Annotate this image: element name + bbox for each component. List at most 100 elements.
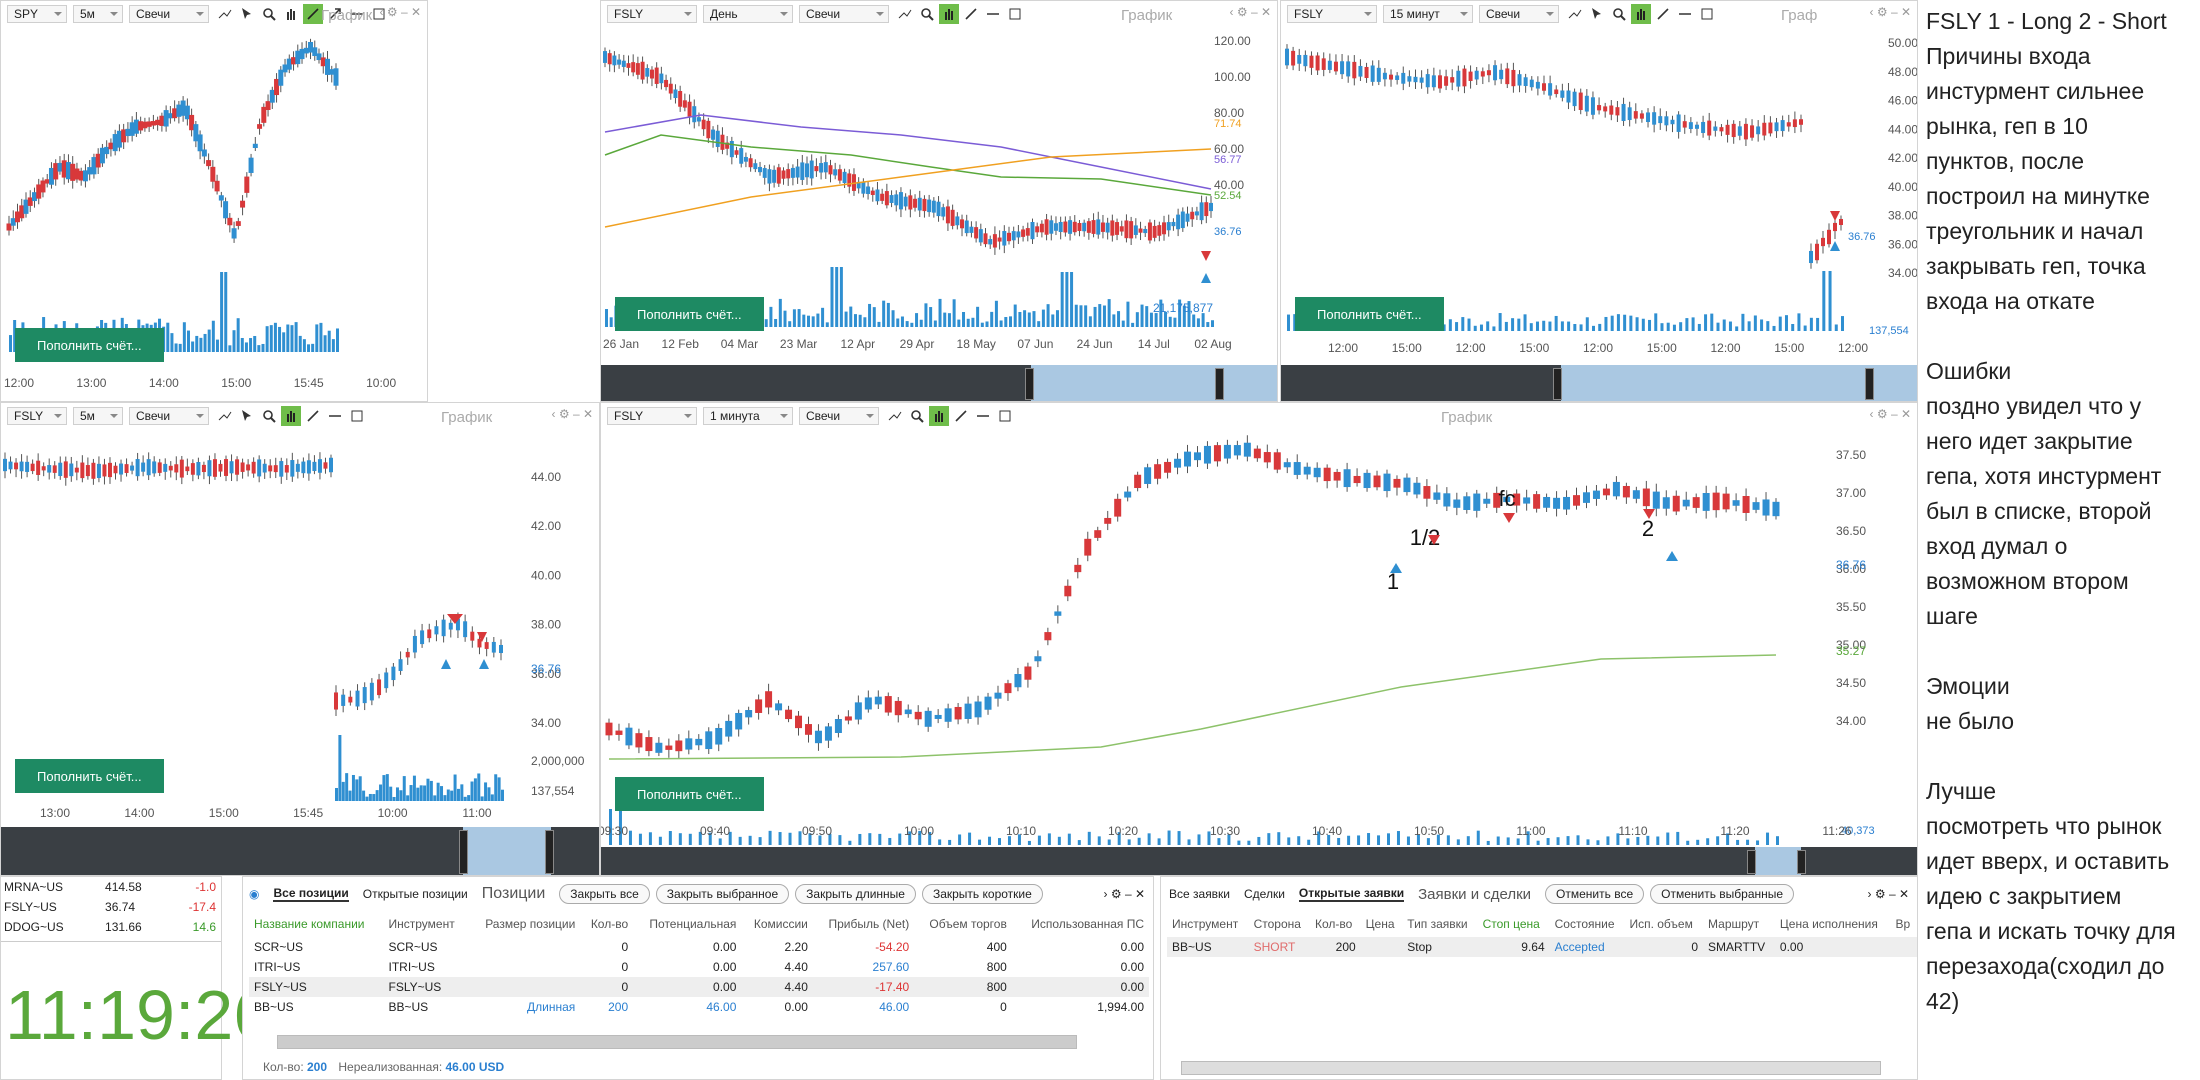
column-header[interactable]: Инструмент (384, 911, 469, 937)
ticker-select[interactable]: FSLY (7, 407, 67, 425)
rect-tool-icon[interactable] (1005, 4, 1025, 24)
navigator-scrollbar[interactable] (1281, 365, 1917, 401)
deposit-button[interactable]: Пополнить счёт... (1295, 297, 1444, 331)
column-header[interactable]: Цена (1361, 911, 1403, 937)
rect-tool-icon[interactable] (995, 406, 1015, 426)
hand-icon[interactable] (281, 4, 301, 24)
column-header[interactable]: Комиссии (741, 911, 812, 937)
zoom-icon[interactable] (1609, 4, 1629, 24)
style-select[interactable]: Свечи (129, 407, 209, 425)
hline-tool-icon[interactable] (983, 4, 1003, 24)
cancel-all-button[interactable]: Отменить все (1545, 884, 1645, 904)
navigator-handle-left[interactable] (459, 830, 468, 874)
table-row[interactable]: BB~US SHORT 200 Stop 9.64 Accepted 0 SMARTTV 0.0… (1167, 937, 1917, 957)
chart-spy-5m[interactable]: SPY 5м Свечи График ‹ ⚙ – ✕ 441.00440.50… (0, 0, 428, 402)
table-row[interactable]: BB~US BB~US Длинная 200 46.00 0.00 46.00 0 1,994… (249, 997, 1149, 1017)
timeframe-select[interactable]: 15 минут (1383, 5, 1473, 23)
watchlist-scrollbar[interactable] (1, 941, 221, 951)
navigator-scrollbar[interactable] (601, 847, 1917, 875)
column-header[interactable]: Объем торгов (914, 911, 1012, 937)
zoom-icon[interactable] (259, 4, 279, 24)
column-header[interactable]: Сторона (1249, 911, 1310, 937)
column-header[interactable]: Размер позиции (469, 911, 581, 937)
price-plot[interactable]: 50.00 48.00 46.00 44.00 42.00 40.00 38.00 36.00… (1281, 27, 1918, 402)
window-controls[interactable]: ‹ ⚙ – ✕ (1870, 5, 1911, 19)
hand-icon[interactable] (939, 4, 959, 24)
timeframe-select[interactable]: День (703, 5, 793, 23)
navigator-window[interactable] (463, 827, 551, 875)
navigator-scrollbar[interactable] (1, 827, 599, 875)
line-tool-icon[interactable] (951, 406, 971, 426)
column-header[interactable]: Маршрут (1703, 911, 1775, 937)
hline-tool-icon[interactable] (1675, 4, 1695, 24)
hline-tool-icon[interactable] (325, 406, 345, 426)
navigator-window[interactable] (1755, 847, 1801, 875)
line-tool-icon[interactable] (961, 4, 981, 24)
deposit-button[interactable]: Пополнить счёт... (615, 777, 764, 811)
tools-icon[interactable] (1565, 4, 1585, 24)
price-plot[interactable]: 37.5037.0036.5036.0035.5035.0034.5034.00… (601, 429, 1918, 849)
deposit-button[interactable]: Пополнить счёт... (15, 759, 164, 793)
window-controls[interactable]: ‹ ⚙ – ✕ (1870, 407, 1911, 421)
style-select[interactable]: Свечи (129, 5, 209, 23)
close-all-button[interactable]: Закрыть все (559, 884, 650, 904)
table-row[interactable]: FSLY~US FSLY~US 0 0.00 4.40 -17.40 800 0.00 (249, 977, 1149, 997)
close-longs-button[interactable]: Закрыть длинные (795, 884, 916, 904)
deposit-button[interactable]: Пополнить счёт... (615, 297, 764, 331)
close-selected-button[interactable]: Закрыть выбранное (655, 884, 790, 904)
tab-all-positions[interactable]: Все позиции (273, 886, 349, 902)
style-select[interactable]: Свечи (799, 407, 879, 425)
ticker-select[interactable]: SPY (7, 5, 67, 23)
navigator-window[interactable] (1031, 365, 1277, 401)
navigator-handle-right[interactable] (1865, 368, 1874, 400)
tab-open-orders[interactable]: Открытые заявки (1298, 886, 1405, 902)
hand-icon[interactable] (281, 406, 301, 426)
window-controls[interactable]: ‹ ⚙ – ✕ (552, 407, 593, 421)
line-tool-icon[interactable] (1653, 4, 1673, 24)
rect-tool-icon[interactable] (1697, 4, 1717, 24)
cursor-icon[interactable] (237, 4, 257, 24)
window-controls[interactable]: ‹ ⚙ – ✕ (380, 5, 421, 19)
rect-tool-icon[interactable] (347, 406, 367, 426)
navigator-handle-left[interactable] (1747, 850, 1756, 874)
tab-all-orders[interactable]: Все заявки (1169, 887, 1230, 901)
cancel-selected-button[interactable]: Отменить выбранные (1650, 884, 1795, 904)
column-header[interactable]: Тип заявки (1402, 911, 1477, 937)
chart-fsly-5m[interactable]: FSLY 5м Свечи График ‹ ⚙ – ✕ 44.00 42.00 4… (0, 402, 600, 876)
watchlist-row[interactable]: FSLY~US 36.74 -17.4 (1, 897, 219, 917)
column-header[interactable]: Цена исполнения (1775, 911, 1891, 937)
ticker-select[interactable]: FSLY (607, 407, 697, 425)
timeframe-select[interactable]: 1 минута (703, 407, 793, 425)
ticker-select[interactable]: FSLY (1287, 5, 1377, 23)
hand-icon[interactable] (1631, 4, 1651, 24)
line-tool-icon[interactable] (303, 4, 323, 24)
tools-icon[interactable] (215, 406, 235, 426)
window-controls[interactable]: ‹ ⚙ – ✕ (1230, 5, 1271, 19)
deposit-button[interactable]: Пополнить счёт... (15, 328, 164, 362)
tab-trades[interactable]: Сделки (1244, 887, 1285, 901)
column-header[interactable]: Прибыль (Net) (813, 911, 914, 937)
column-header[interactable]: Состояние (1550, 911, 1625, 937)
panel-controls[interactable]: › ⚙ – ✕ (1104, 887, 1145, 901)
chart-fsly-day[interactable]: FSLY День Свечи График ‹ ⚙ – ✕ 120.00 100… (600, 0, 1278, 402)
navigator-handle-left[interactable] (1025, 368, 1034, 400)
column-header[interactable]: Вр (1890, 911, 1917, 937)
tools-icon[interactable] (215, 4, 235, 24)
zoom-icon[interactable] (259, 406, 279, 426)
chart-fsly-1m[interactable]: FSLY 1 минута Свечи График ‹ ⚙ – ✕ 37.50… (600, 402, 1918, 876)
positions-panel[interactable]: ◉ Все позиции Открытые позиции Позиции З… (242, 876, 1154, 1080)
navigator-handle-right[interactable] (1797, 850, 1806, 874)
close-shorts-button[interactable]: Закрыть короткие (921, 884, 1043, 904)
positions-hscrollbar[interactable] (277, 1035, 1077, 1049)
pin-icon[interactable]: ◉ (249, 887, 259, 901)
panel-controls[interactable]: › ⚙ – ✕ (1868, 887, 1909, 901)
orders-panel[interactable]: Все заявки Сделки Открытые заявки Заявки… (1160, 876, 1918, 1080)
watchlist-row[interactable]: DDOG~US 131.66 14.6 (1, 917, 219, 937)
watchlist-row[interactable]: MRNA~US 414.58 -1.0 (1, 877, 219, 897)
zoom-icon[interactable] (907, 406, 927, 426)
timeframe-select[interactable]: 5м (73, 407, 123, 425)
ticker-select[interactable]: FSLY (607, 5, 697, 23)
column-header[interactable]: Потенциальная (633, 911, 741, 937)
column-header[interactable]: Исп. объем (1624, 911, 1703, 937)
chart-fsly-15m[interactable]: FSLY 15 минут Свечи Граф ‹ ⚙ – ✕ 50.00 48… (1280, 0, 1918, 402)
